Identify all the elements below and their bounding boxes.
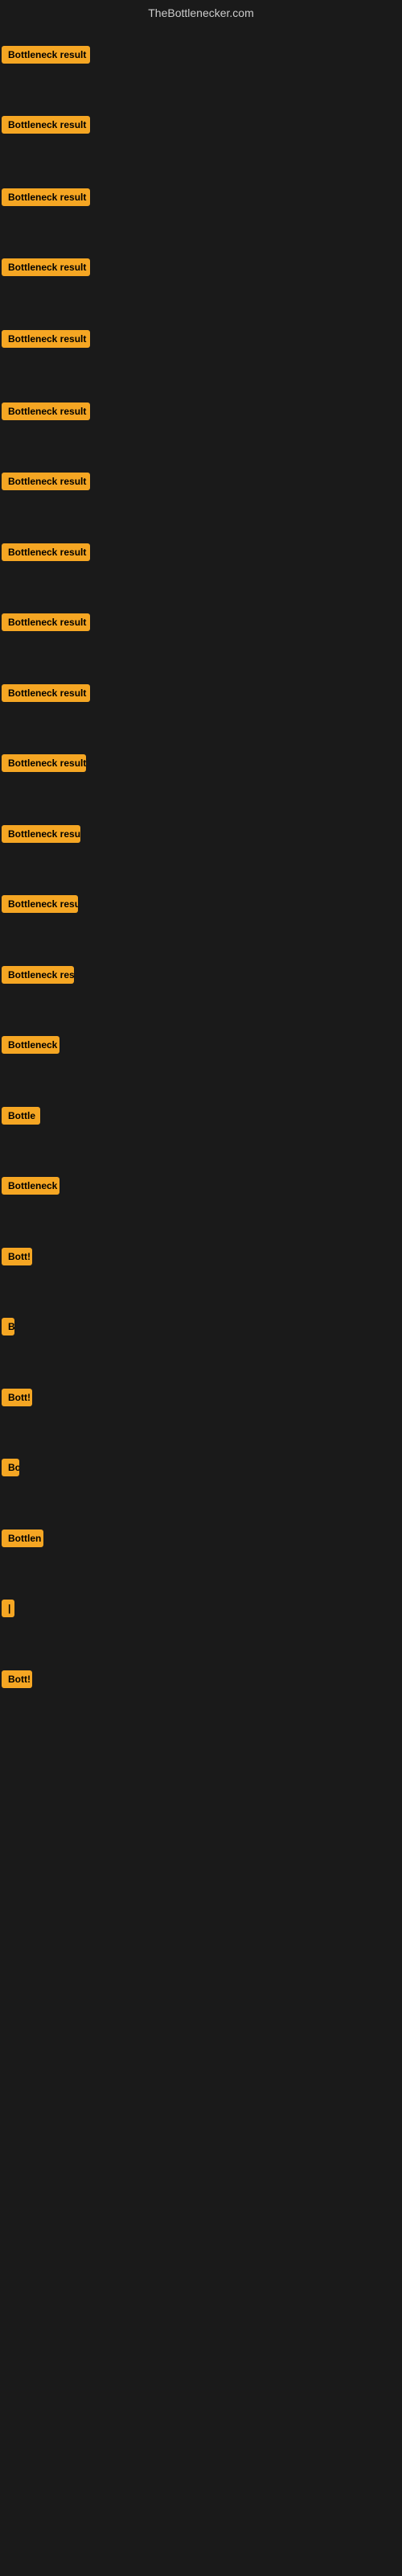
bottleneck-badge-18: Bott! <box>2 1248 32 1265</box>
bottleneck-badge-8: Bottleneck result <box>2 543 90 561</box>
bottleneck-badge-12: Bottleneck resu <box>2 825 80 843</box>
bottleneck-badge-4: Bottleneck result <box>2 258 90 276</box>
site-title: TheBottlenecker.com <box>0 0 402 26</box>
bottleneck-badge-1: Bottleneck result <box>2 46 90 64</box>
bottleneck-badge-17: Bottleneck <box>2 1177 59 1195</box>
bottleneck-badge-22: Bottlen <box>2 1530 43 1547</box>
bottleneck-badge-9: Bottleneck result <box>2 613 90 631</box>
bottleneck-badge-15: Bottleneck <box>2 1036 59 1054</box>
bottleneck-badge-13: Bottleneck resu <box>2 895 78 913</box>
bottleneck-badge-23: | <box>2 1600 14 1617</box>
bottleneck-badge-24: Bott! <box>2 1670 32 1688</box>
bottleneck-badge-10: Bottleneck result <box>2 684 90 702</box>
bottleneck-badge-3: Bottleneck result <box>2 188 90 206</box>
bottleneck-badge-19: B <box>2 1318 14 1335</box>
bottleneck-badge-14: Bottleneck resu <box>2 966 74 984</box>
bottleneck-badge-21: Bo <box>2 1459 19 1476</box>
bottleneck-badge-11: Bottleneck result <box>2 754 86 772</box>
bottleneck-badge-16: Bottle <box>2 1107 40 1125</box>
bottleneck-badge-20: Bott! <box>2 1389 32 1406</box>
bottleneck-badge-6: Bottleneck result <box>2 402 90 420</box>
bottleneck-badge-2: Bottleneck result <box>2 116 90 134</box>
bottleneck-badge-5: Bottleneck result <box>2 330 90 348</box>
bottleneck-badge-7: Bottleneck result <box>2 473 90 490</box>
